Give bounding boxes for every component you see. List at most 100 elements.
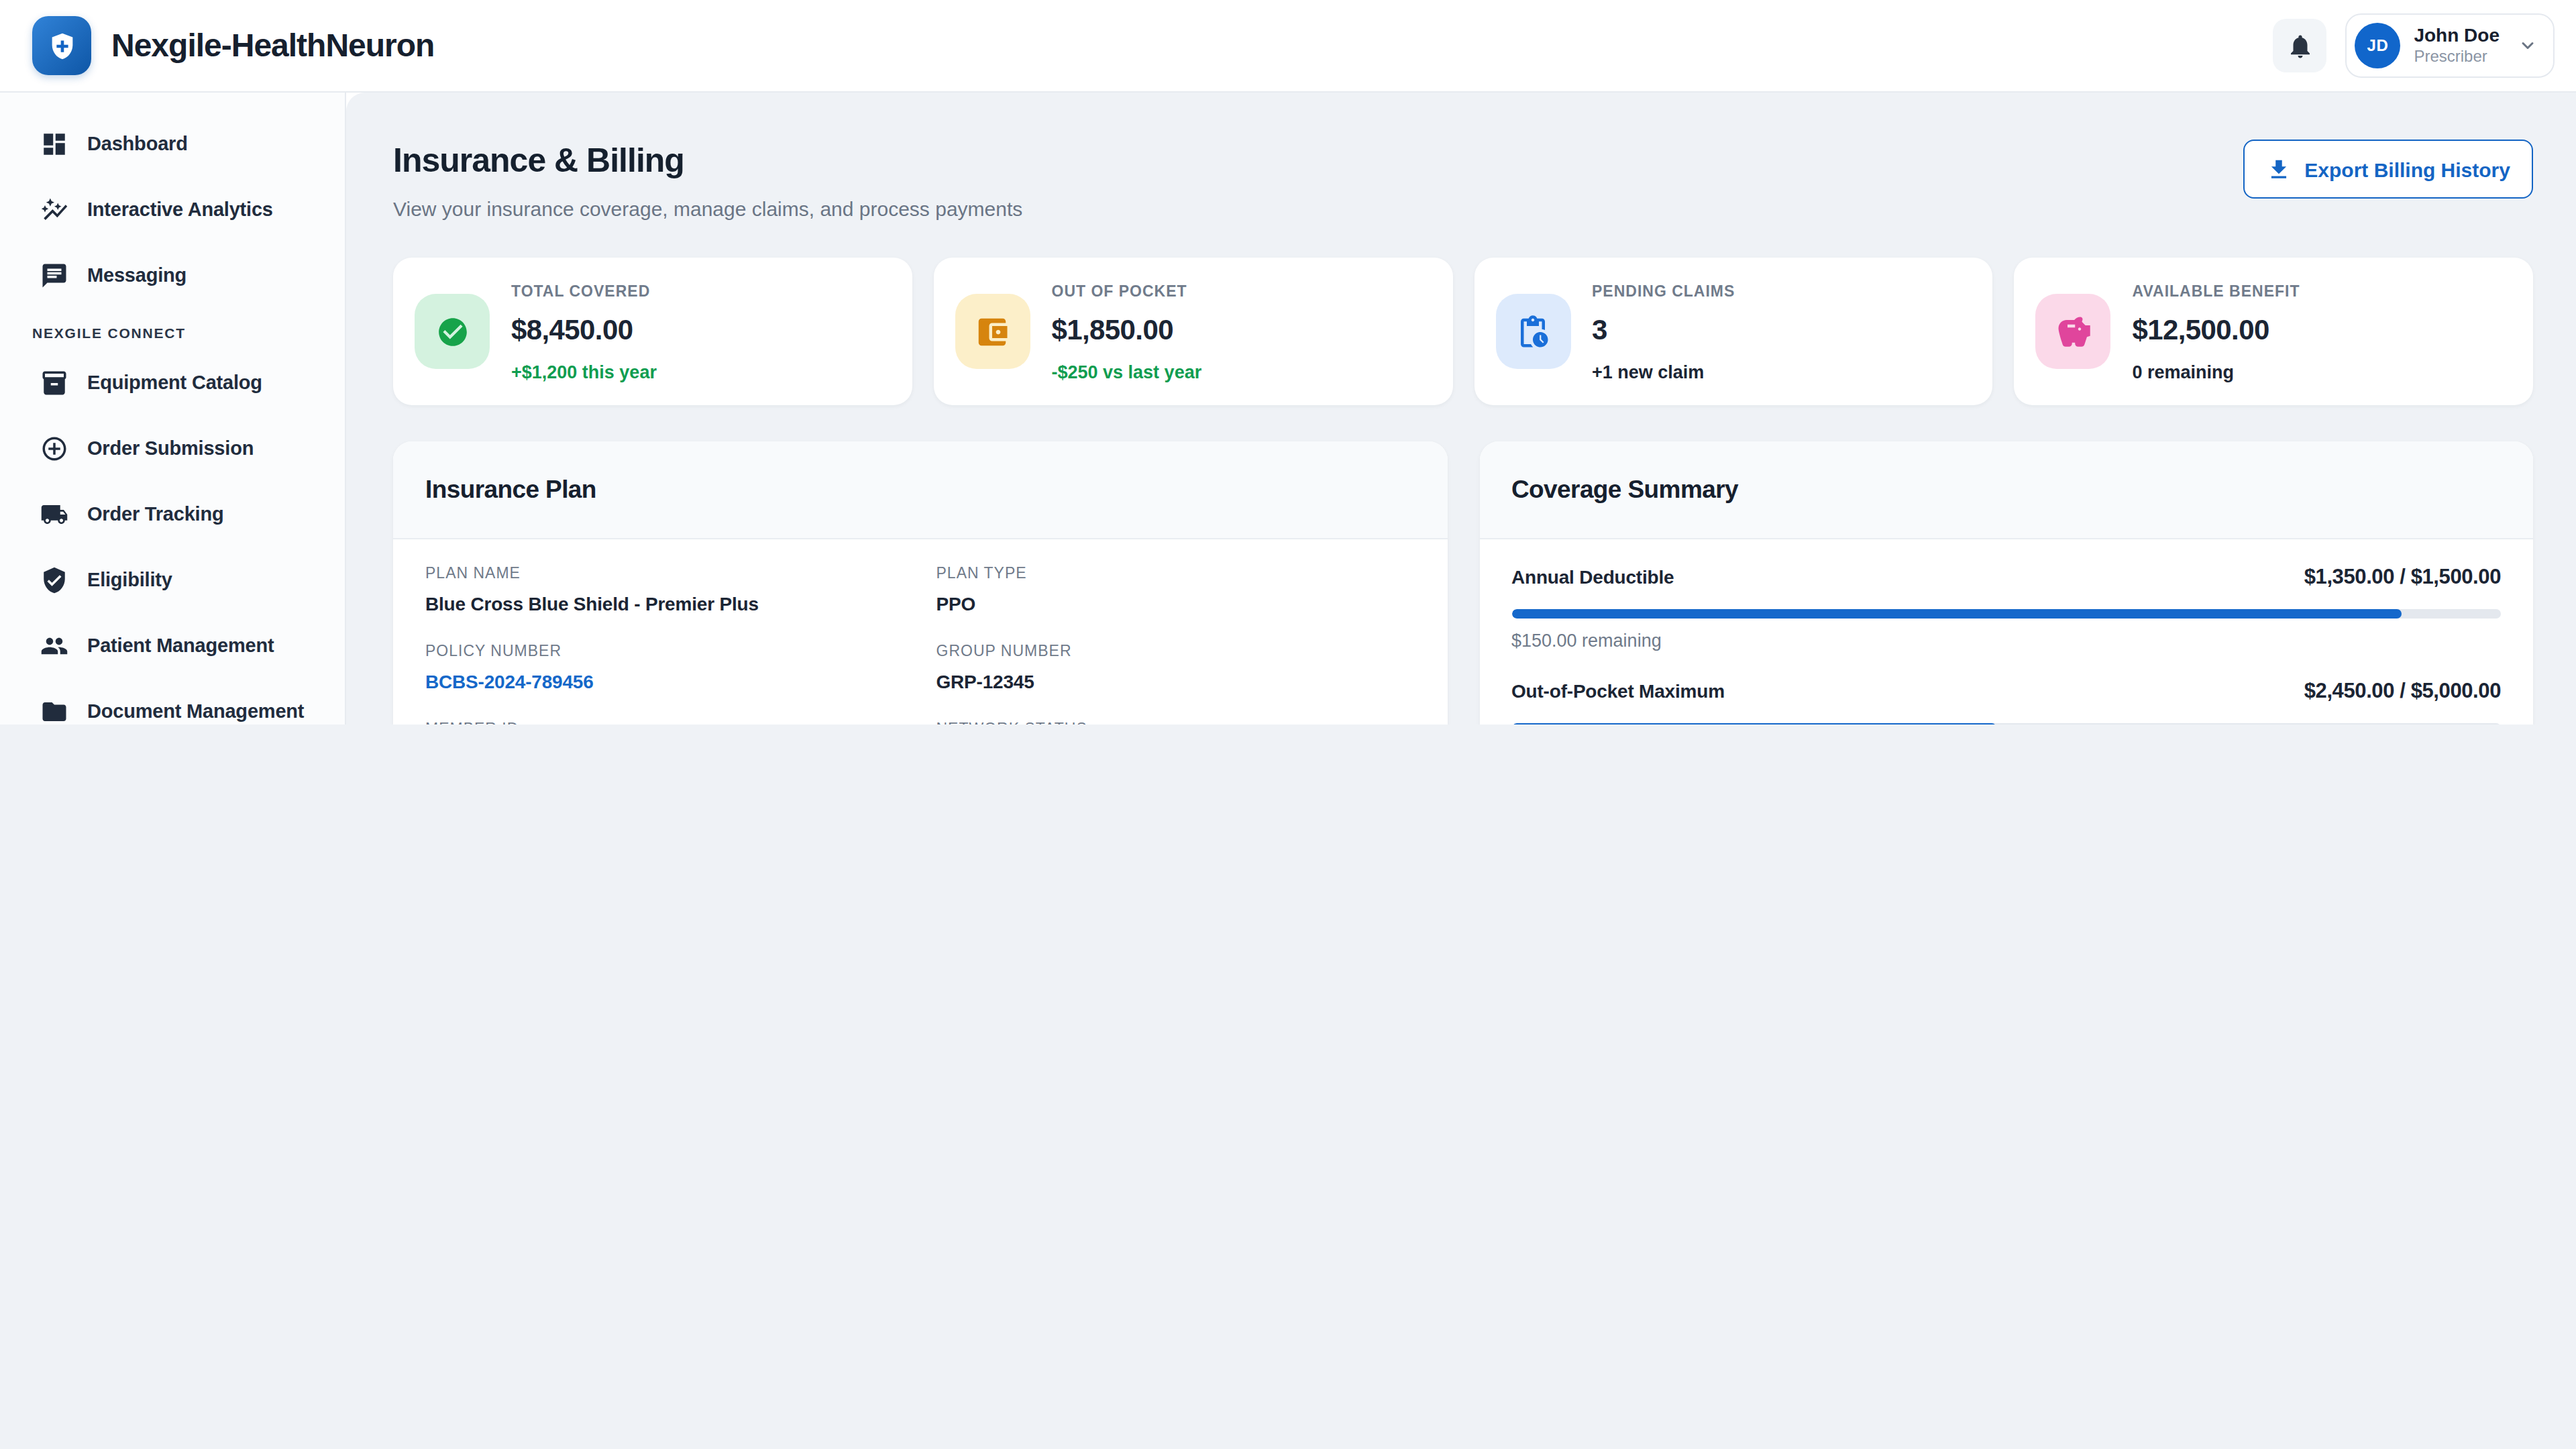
field-network-status: NETWORK STATUS In-Network	[936, 718, 1415, 724]
stat-label: AVAILABLE BENEFIT	[2133, 280, 2300, 301]
progress-name: Annual Deductible	[1511, 561, 1674, 593]
main-content: Insurance & Billing View your insurance …	[346, 93, 2576, 724]
avatar: JD	[2355, 23, 2400, 68]
field-group-number: GROUP NUMBER GRP-12345	[936, 640, 1415, 694]
sidebar-item-equipment-catalog[interactable]: Equipment Catalog	[19, 350, 333, 415]
check-circle-icon	[415, 294, 490, 369]
stat-value: $8,450.00	[511, 313, 657, 345]
notifications-button[interactable]	[2273, 19, 2326, 72]
clipboard-clock-icon	[1495, 294, 1570, 369]
stat-card-available-benefit: AVAILABLE BENEFIT $12,500.00 0 remaining	[2015, 258, 2534, 405]
field-value: GRP-12345	[936, 669, 1415, 694]
page-title: Insurance & Billing	[393, 137, 1022, 182]
card-title: Insurance Plan	[425, 472, 1415, 507]
field-label: GROUP NUMBER	[936, 640, 1415, 661]
annual-deductible-progress: Annual Deductible $1,350.00 / $1,500.00 …	[1511, 561, 2501, 653]
sidebar-item-label: Dashboard	[87, 133, 188, 154]
out-of-pocket-progress: Out-of-Pocket Maximum $2,450.00 / $5,000…	[1511, 675, 2501, 724]
sidebar-item-label: Eligibility	[87, 569, 172, 590]
dashboard-icon	[40, 129, 68, 158]
sidebar-item-label: Document Management	[87, 700, 304, 722]
sidebar-item-label: Messaging	[87, 264, 186, 286]
stat-label: OUT OF POCKET	[1052, 280, 1202, 301]
progress-fill	[1511, 609, 2402, 619]
insurance-plan-card: Insurance Plan PLAN NAME Blue Cross Blue…	[393, 441, 1447, 724]
field-label: PLAN TYPE	[936, 562, 1415, 584]
sidebar-item-label: Equipment Catalog	[87, 372, 262, 393]
auto-graph-icon	[40, 195, 68, 223]
user-meta: John Doe Prescriber	[2414, 24, 2500, 67]
stat-delta: +1 new claim	[1592, 362, 1735, 383]
inventory-box-icon	[40, 368, 68, 396]
field-label: POLICY NUMBER	[425, 640, 904, 661]
stat-card-total-covered: TOTAL COVERED $8,450.00 +$1,200 this yea…	[393, 258, 912, 405]
stat-value: $1,850.00	[1052, 313, 1202, 345]
header-actions: JD John Doe Prescriber	[2273, 13, 2555, 78]
sidebar-item-label: Interactive Analytics	[87, 199, 273, 220]
sidebar-item-eligibility[interactable]: Eligibility	[19, 547, 333, 612]
stat-delta: -$250 vs last year	[1052, 362, 1202, 383]
sidebar-item-document-management[interactable]: Document Management	[19, 679, 333, 724]
bell-icon	[2286, 32, 2314, 60]
coverage-summary-card: Coverage Summary Annual Deductible $1,35…	[1479, 441, 2533, 724]
field-value: PPO	[936, 592, 1415, 616]
stat-delta: 0 remaining	[2133, 362, 2300, 383]
chat-icon	[40, 261, 68, 289]
user-name: John Doe	[2414, 24, 2500, 46]
user-menu[interactable]: JD John Doe Prescriber	[2345, 13, 2555, 78]
download-icon	[2265, 156, 2291, 182]
truck-icon	[40, 500, 68, 528]
chevron-down-icon	[2518, 36, 2537, 55]
sidebar-item-order-tracking[interactable]: Order Tracking	[19, 482, 333, 546]
sidebar-item-order-submission[interactable]: Order Submission	[19, 416, 333, 480]
app-logo-icon	[32, 16, 91, 75]
field-plan-name: PLAN NAME Blue Cross Blue Shield - Premi…	[425, 562, 904, 616]
sidebar-item-label: Order Submission	[87, 437, 254, 459]
progress-name: Out-of-Pocket Maximum	[1511, 675, 1725, 707]
card-header: Coverage Summary	[1479, 441, 2533, 539]
page-subtitle: View your insurance coverage, manage cla…	[393, 197, 1022, 220]
stat-card-out-of-pocket: OUT OF POCKET $1,850.00 -$250 vs last ye…	[934, 258, 1453, 405]
export-billing-history-button[interactable]: Export Billing History	[2243, 140, 2533, 199]
sidebar-item-label: Order Tracking	[87, 503, 224, 525]
field-label: PLAN NAME	[425, 562, 904, 584]
stat-value: 3	[1592, 313, 1735, 345]
card-title: Coverage Summary	[1511, 472, 2501, 507]
shield-check-icon	[40, 566, 68, 594]
card-body: PLAN NAME Blue Cross Blue Shield - Premi…	[393, 539, 1447, 724]
sidebar-item-dashboard[interactable]: Dashboard	[19, 111, 333, 176]
progress-track	[1511, 723, 2501, 724]
add-circle-icon	[40, 434, 68, 462]
app-title: Nexgile-HealthNeuron	[111, 27, 434, 64]
sidebar-item-interactive-analytics[interactable]: Interactive Analytics	[19, 177, 333, 241]
progress-value: $1,350.00 / $1,500.00	[2304, 561, 2501, 593]
policy-number-link[interactable]: BCBS-2024-789456	[425, 669, 904, 694]
progress-value: $2,450.00 / $5,000.00	[2304, 675, 2501, 707]
field-member-id: MEMBER ID MEM-987654321	[425, 718, 904, 724]
sidebar-item-label: Patient Management	[87, 635, 274, 656]
stat-card-pending-claims: PENDING CLAIMS 3 +1 new claim	[1474, 258, 1993, 405]
sidebar-item-patient-management[interactable]: Patient Management	[19, 613, 333, 678]
progress-track	[1511, 609, 2501, 619]
progress-fill	[1511, 723, 1996, 724]
sidebar: Dashboard Interactive Analytics Messagin…	[0, 93, 346, 724]
user-role: Prescriber	[2414, 48, 2500, 67]
field-plan-type: PLAN TYPE PPO	[936, 562, 1415, 616]
piggy-bank-icon	[2036, 294, 2111, 369]
stat-label: PENDING CLAIMS	[1592, 280, 1735, 301]
sidebar-section-nexgile-connect: NEXGILE CONNECT	[19, 323, 333, 342]
folder-icon	[40, 697, 68, 724]
stat-cards: TOTAL COVERED $8,450.00 +$1,200 this yea…	[393, 258, 2533, 405]
field-policy-number: POLICY NUMBER BCBS-2024-789456	[425, 640, 904, 694]
field-label: NETWORK STATUS	[936, 718, 1415, 724]
card-body: Annual Deductible $1,350.00 / $1,500.00 …	[1479, 539, 2533, 724]
app-window: Nexgile-HealthNeuron JD John Doe Prescri…	[0, 0, 2576, 724]
brand: Nexgile-HealthNeuron	[32, 16, 434, 75]
app-header: Nexgile-HealthNeuron JD John Doe Prescri…	[0, 0, 2576, 93]
stat-delta: +$1,200 this year	[511, 362, 657, 383]
sidebar-item-messaging[interactable]: Messaging	[19, 243, 333, 307]
page-head: Insurance & Billing View your insurance …	[393, 137, 2533, 220]
progress-remaining: $150.00 remaining	[1511, 629, 2501, 653]
stat-value: $12,500.00	[2133, 313, 2300, 345]
stat-label: TOTAL COVERED	[511, 280, 657, 301]
